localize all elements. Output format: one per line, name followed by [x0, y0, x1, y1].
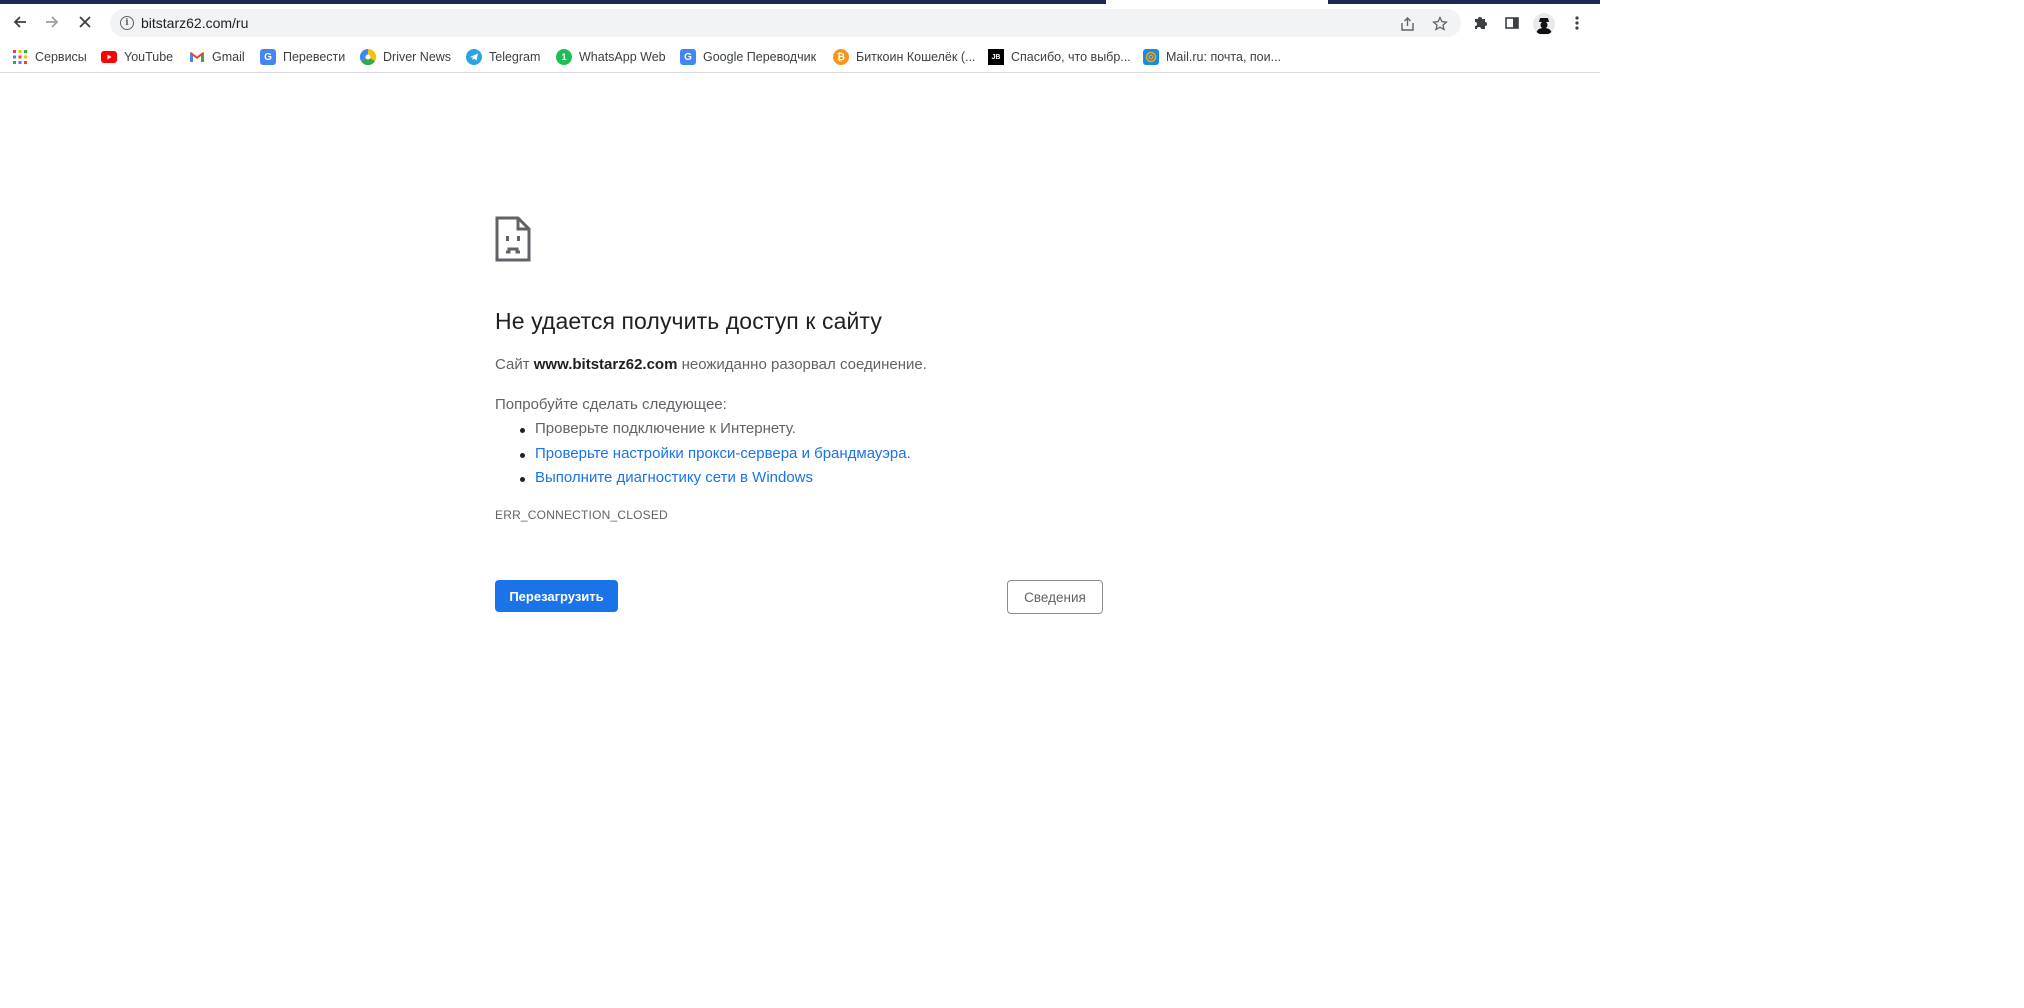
- bookmark-driver-news[interactable]: Driver News: [360, 46, 451, 68]
- forward-button[interactable]: [37, 8, 67, 36]
- browser-toolbar: i bitstarz62.com/ru: [0, 4, 1600, 40]
- bookmark-jetbrains[interactable]: JB Спасибо, что выбр...: [988, 46, 1131, 68]
- back-button[interactable]: [5, 8, 35, 36]
- desc-suffix: неожиданно разорвал соединение.: [677, 356, 927, 373]
- stop-loading-button[interactable]: [70, 8, 100, 36]
- desc-prefix: Сайт: [495, 356, 534, 373]
- bookmarks-bar: Сервисы YouTube Gmail G Перевести Driver…: [0, 40, 1600, 73]
- bookmark-bitcoin-wallet[interactable]: ₿ Биткоин Кошелёк (...: [833, 46, 975, 68]
- bookmark-star-icon[interactable]: [1430, 14, 1450, 34]
- address-bar[interactable]: i bitstarz62.com/ru: [110, 9, 1461, 37]
- bookmark-google-translator[interactable]: G Google Переводчик: [680, 46, 816, 68]
- bookmark-label: WhatsApp Web: [579, 50, 666, 64]
- bookmark-label: Gmail: [212, 50, 245, 64]
- youtube-icon: [101, 49, 117, 65]
- forward-arrow-icon: [46, 16, 59, 28]
- browser-window: i bitstarz62.com/ru Сервисы YouTube Gmai…: [0, 0, 1600, 1008]
- back-arrow-icon: [13, 16, 26, 28]
- profile-avatar[interactable]: [1533, 13, 1555, 35]
- bookmark-gmail[interactable]: Gmail: [189, 46, 245, 68]
- site-info-icon[interactable]: i: [120, 16, 134, 30]
- bookmark-label: Telegram: [489, 50, 541, 64]
- bookmark-label: Сервисы: [35, 50, 87, 64]
- bookmark-whatsapp[interactable]: 1 WhatsApp Web: [556, 46, 666, 68]
- bookmark-telegram[interactable]: Telegram: [466, 46, 540, 68]
- bookmark-youtube[interactable]: YouTube: [101, 46, 173, 68]
- bookmark-label: Биткоин Кошелёк (...: [856, 50, 976, 64]
- site-name: www.bitstarz62.com: [533, 356, 678, 373]
- suggestion-check-connection: Проверьте подключение к Интернету.: [520, 420, 911, 445]
- bitcoin-icon: ₿: [833, 49, 849, 65]
- suggestion-windows-diagnostics-link[interactable]: Выполните диагностику сети в Windows: [520, 469, 911, 494]
- sad-document-icon: [495, 216, 531, 262]
- google-translate-icon: G: [260, 49, 276, 65]
- reload-button[interactable]: Перезагрузить: [495, 580, 618, 612]
- side-panel-icon[interactable]: [1501, 12, 1523, 34]
- whatsapp-icon: 1: [556, 49, 572, 65]
- error-code: ERR_CONNECTION_CLOSED: [495, 508, 668, 522]
- bookmark-mailru[interactable]: Mail.ru: почта, пои...: [1143, 46, 1281, 68]
- error-description: Сайт www.bitstarz62.com неожиданно разор…: [495, 356, 927, 373]
- bookmark-label: Перевести: [283, 50, 346, 64]
- mailru-icon: [1143, 49, 1159, 65]
- details-button[interactable]: Сведения: [1007, 580, 1103, 614]
- try-label: Попробуйте сделать следующее:: [495, 396, 727, 413]
- apps-grid-icon: [12, 49, 28, 65]
- share-icon[interactable]: [1397, 14, 1417, 34]
- address-bar-url[interactable]: bitstarz62.com/ru: [141, 15, 248, 31]
- bookmark-label: Mail.ru: почта, пои...: [1166, 50, 1282, 64]
- bookmark-label: Спасибо, что выбр...: [1011, 50, 1131, 64]
- driver-news-icon: [360, 49, 376, 65]
- bookmark-services[interactable]: Сервисы: [12, 46, 87, 68]
- extensions-puzzle-icon[interactable]: [1469, 12, 1491, 34]
- bookmark-translate[interactable]: G Перевести: [260, 46, 345, 68]
- google-translate-icon: G: [680, 49, 696, 65]
- gmail-icon: [189, 49, 205, 65]
- bookmark-label: Google Переводчик: [703, 50, 817, 64]
- bookmark-label: Driver News: [383, 50, 452, 64]
- close-icon: [79, 16, 91, 28]
- error-title: Не удается получить доступ к сайту: [495, 308, 882, 334]
- telegram-icon: [466, 49, 482, 65]
- menu-kebab-icon[interactable]: [1566, 12, 1588, 34]
- jetbrains-icon: JB: [988, 49, 1004, 65]
- suggestion-proxy-firewall-link[interactable]: Проверьте настройки прокси-сервера и бра…: [520, 445, 911, 470]
- suggestions-list: Проверьте подключение к Интернету. Прове…: [520, 420, 911, 494]
- bookmark-label: YouTube: [124, 50, 174, 64]
